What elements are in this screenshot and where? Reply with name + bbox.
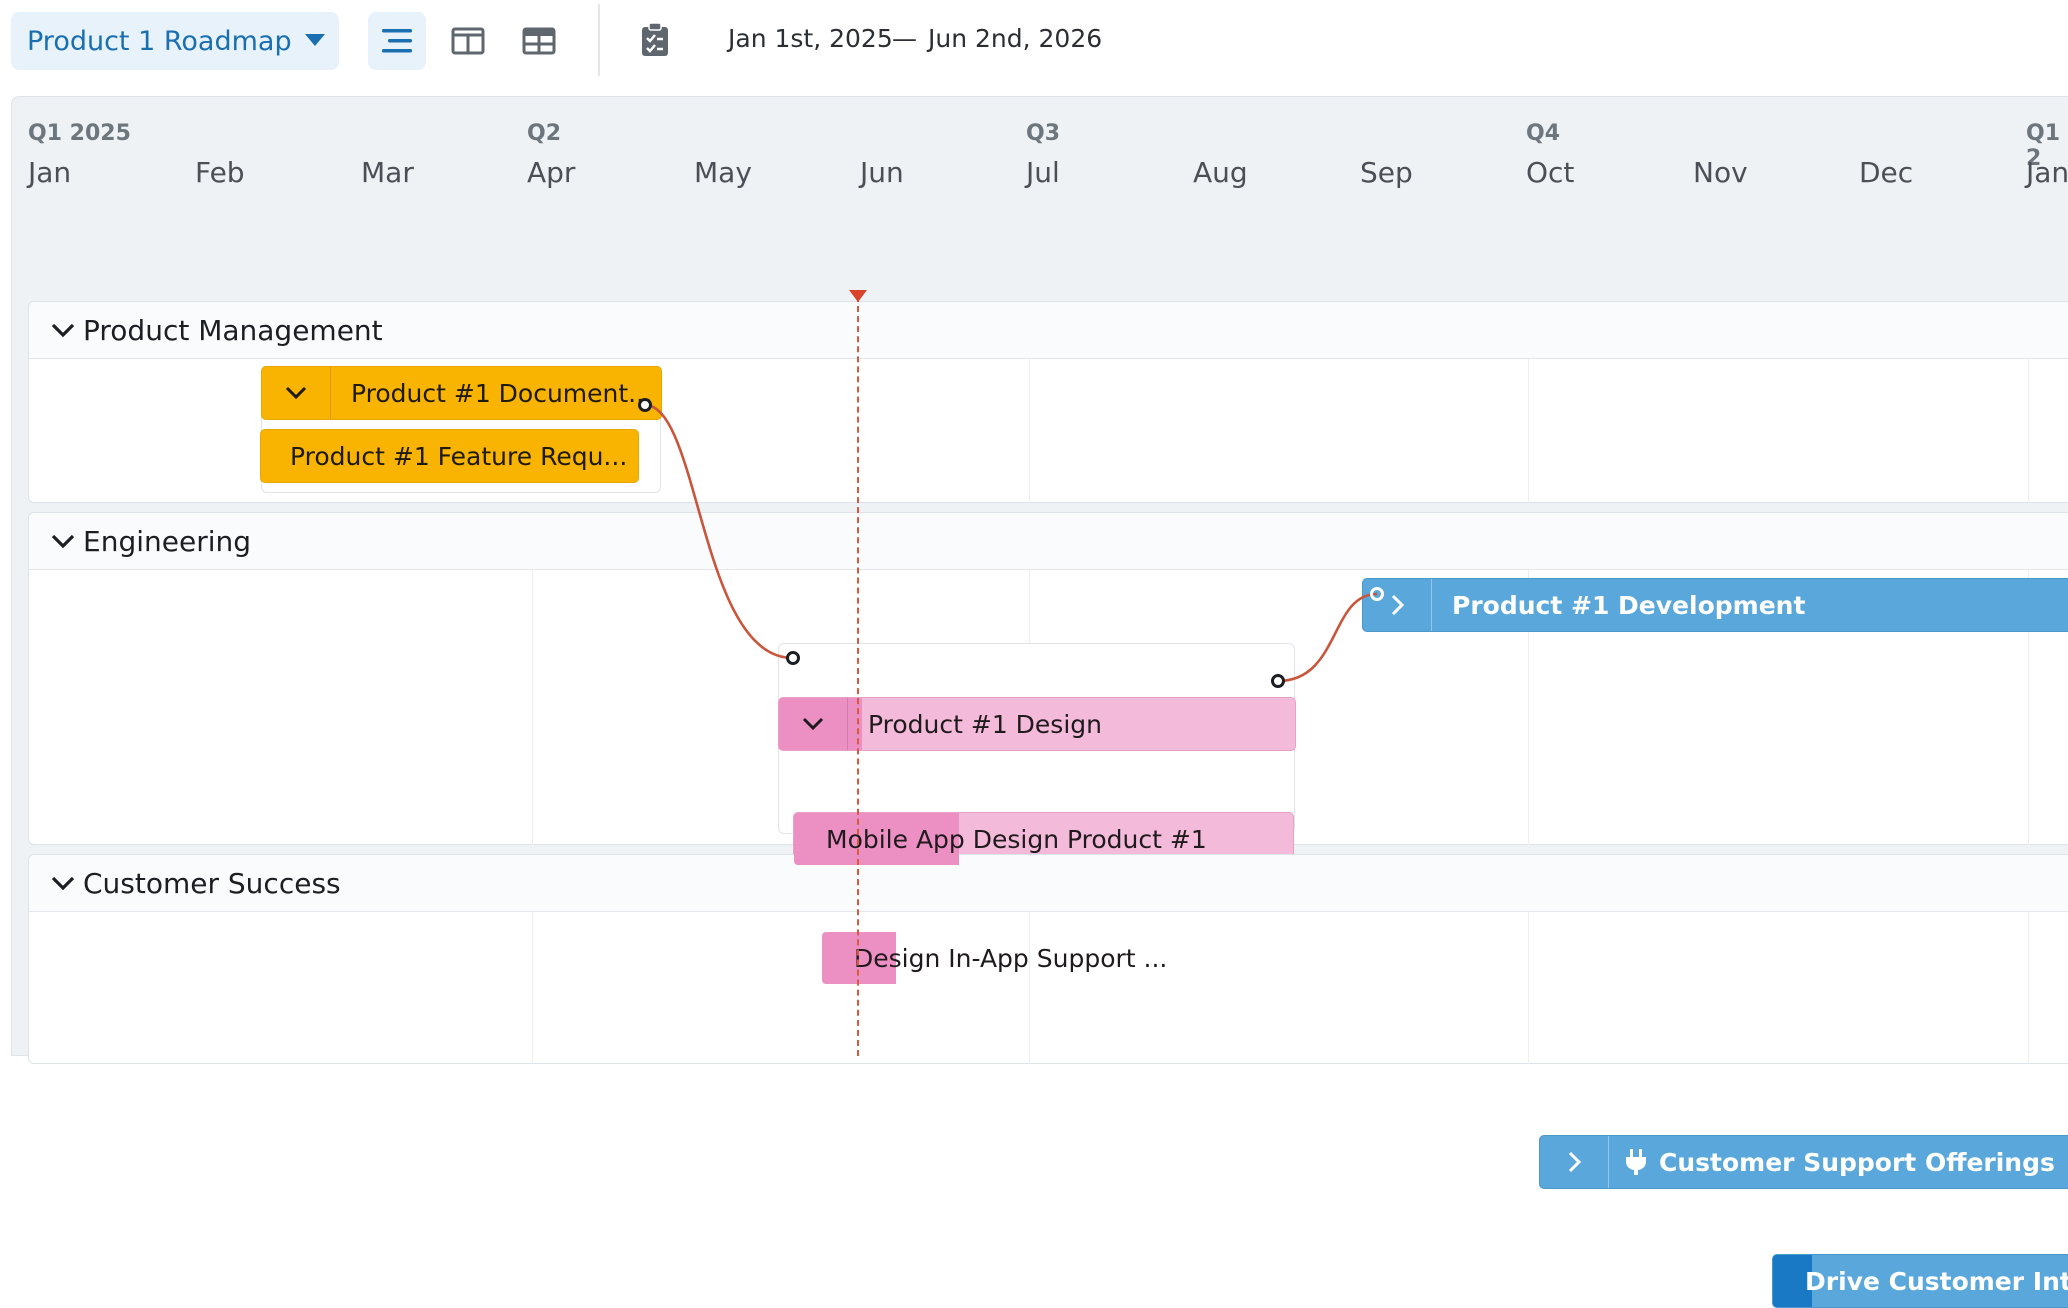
today-line	[857, 296, 859, 1056]
roadmap-item-drive-customer-interest[interactable]: Drive Customer Intere	[1772, 1254, 2068, 1308]
roadmap-item-label: Customer Support Offerings	[1659, 1147, 2055, 1177]
dependency-handle[interactable]	[1271, 674, 1285, 688]
roadmap-item-label: Drive Customer Intere	[1805, 1266, 2068, 1296]
dependency-lines	[644, 403, 1378, 683]
dependency-handle[interactable]	[786, 651, 800, 665]
roadmap-item-customer-support-offerings[interactable]: Customer Support Offerings	[1539, 1135, 2068, 1189]
chevron-right-icon[interactable]	[1540, 1136, 1609, 1188]
plug-icon	[1625, 1148, 1647, 1176]
dependency-line[interactable]	[1277, 592, 1378, 683]
dependency-handle[interactable]	[638, 398, 652, 412]
dependency-line[interactable]	[644, 403, 794, 660]
today-marker-icon	[849, 290, 867, 302]
dependency-handle[interactable]	[1370, 587, 1384, 601]
